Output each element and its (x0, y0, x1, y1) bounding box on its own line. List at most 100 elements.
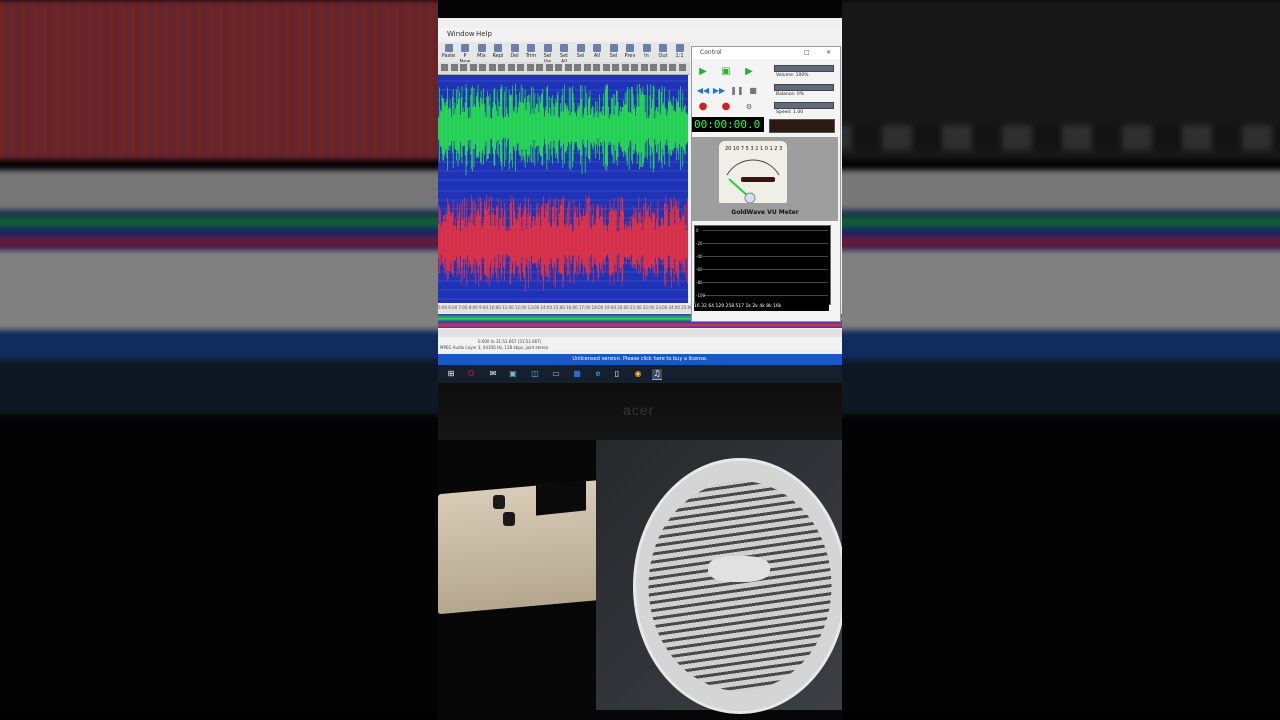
toolbar-icon (560, 44, 568, 52)
toolbar-icon (494, 44, 502, 52)
toolbar-button[interactable]: All (590, 44, 605, 59)
toolbar-icon (444, 44, 453, 52)
tool-icon[interactable] (460, 64, 467, 71)
app-icon[interactable]: ■ (572, 369, 582, 379)
right-channel-waveform (438, 185, 688, 303)
play-icon[interactable]: ▶ (696, 66, 710, 78)
control-titlebar[interactable]: Control □ ✕ (692, 47, 840, 59)
tool-icon[interactable] (507, 64, 515, 71)
calculator-icon[interactable]: ▣ (508, 369, 518, 379)
toolbar-button[interactable]: Prev (623, 44, 638, 59)
tool-icon[interactable] (469, 64, 477, 71)
main-toolbar: PasteP NewMixReplDelTrimSel VwSet AllSel… (438, 42, 690, 65)
secondary-toolbar (438, 62, 690, 75)
tool-icon[interactable] (498, 64, 505, 71)
volume-slider[interactable] (774, 65, 834, 72)
tool-icon[interactable] (555, 64, 562, 71)
toolbar-button-label: 1:1 (675, 53, 684, 59)
toolbar-button-label: Repl (492, 53, 504, 59)
blurred-right-background (842, 0, 1280, 720)
toolbar-button[interactable]: 1:1 (672, 44, 687, 59)
waveform-area[interactable] (438, 75, 688, 303)
vu-meter-face: 20 10 7 5 3 2 1 0 1 2 3 (719, 141, 787, 204)
tool-icon[interactable] (593, 64, 600, 71)
menu-help[interactable]: Help (476, 30, 492, 38)
maximize-icon[interactable]: □ (804, 47, 810, 59)
spectrum-gridline (703, 243, 828, 244)
play-selection-icon[interactable]: ▣ (719, 66, 733, 78)
toolbar-button[interactable]: Sel (606, 44, 621, 59)
toolbar-button-label: All (593, 53, 601, 59)
record-icon[interactable]: ● (696, 101, 710, 113)
center-photo: Window Help PasteP NewMixReplDelTrimSel … (438, 0, 842, 720)
tool-icon[interactable] (536, 64, 543, 71)
tool-icon[interactable] (526, 64, 534, 71)
toolbar-button[interactable]: In (639, 44, 654, 59)
tool-icon[interactable] (441, 64, 448, 71)
store-icon[interactable]: ◫ (530, 369, 540, 379)
toolbar-button-label: Mix (477, 53, 486, 59)
tool-icon[interactable] (564, 64, 572, 71)
mail-icon[interactable]: ✉ (488, 369, 498, 379)
play-from-icon[interactable]: ▶ (742, 66, 756, 78)
amplifier-knob (493, 495, 505, 509)
toolbar-button-label: In (644, 53, 649, 59)
start-icon[interactable]: ⊞ (446, 369, 456, 379)
balance-slider[interactable] (774, 84, 834, 91)
toolbar-button[interactable]: Sel (573, 44, 588, 59)
pause-icon[interactable]: ❚❚ (730, 85, 744, 97)
stop-icon[interactable]: ■ (746, 85, 760, 97)
tool-icon[interactable] (669, 64, 676, 71)
tool-icon[interactable] (631, 64, 638, 71)
tool-icon[interactable] (640, 64, 648, 71)
speed-slider[interactable] (774, 102, 834, 109)
tool-icon[interactable] (621, 64, 629, 71)
chrome-icon[interactable]: ◉ (633, 369, 643, 379)
fast-forward-icon[interactable]: ▶▶ (712, 85, 726, 97)
spectrum-gridline (703, 295, 828, 296)
tool-icon[interactable] (650, 64, 657, 71)
settings-icon[interactable]: ⚙ (742, 101, 756, 113)
close-icon[interactable]: ✕ (826, 47, 831, 59)
left-channel-track[interactable] (438, 75, 688, 185)
menu-window[interactable]: Window (447, 30, 475, 38)
tool-icon[interactable] (602, 64, 610, 71)
goldwave-icon[interactable]: ♫ (652, 369, 662, 380)
tool-icon[interactable] (659, 64, 667, 71)
toolbar-icon (477, 44, 486, 52)
license-banner[interactable]: Unlicensed version. Please click here to… (438, 354, 842, 365)
tool-icon[interactable] (574, 64, 581, 71)
toolbar-icon (527, 44, 535, 52)
toolbar-button[interactable]: Mix (474, 44, 489, 59)
selection-range: 0.000 to 31:51.667 (31:51.667) (478, 339, 542, 344)
document-icon[interactable]: ▯ (612, 369, 622, 379)
rewind-icon[interactable]: ◀◀ (696, 85, 710, 97)
opera-icon[interactable]: O (466, 369, 476, 379)
time-display: 00:00:00.0 (692, 117, 764, 132)
edge-icon[interactable]: e (593, 369, 603, 379)
spectrum-level-label: -60 (696, 267, 703, 272)
tool-icon[interactable] (678, 64, 686, 71)
left-channel-waveform (438, 75, 688, 185)
tool-icon[interactable] (488, 64, 496, 71)
tool-icon[interactable] (479, 64, 486, 71)
tool-icon[interactable] (545, 64, 553, 71)
record-selection-icon[interactable]: ● (719, 101, 733, 113)
windows-taskbar: ⊞ O ✉ ▣ ◫ ▭ ■ e ▯ ◉ ♫ (438, 365, 842, 383)
toolbar-button[interactable]: Out (656, 44, 671, 59)
speaker-grille (633, 458, 842, 714)
toolbar-button[interactable]: Trim (524, 44, 539, 59)
toolbar-button[interactable]: Repl (491, 44, 506, 59)
tool-icon[interactable] (450, 64, 458, 71)
tool-icon[interactable] (517, 64, 524, 71)
right-channel-track[interactable] (438, 185, 688, 303)
status-bar: 0.000 to 31:51.667 (31:51.667) MPEG Audi… (438, 338, 842, 350)
tool-icon[interactable] (583, 64, 591, 71)
spectrum-level-label: -40 (696, 254, 703, 259)
volume-label: Volume: 100% (776, 73, 809, 78)
control-window: Control □ ✕ ▶ ▣ ▶ ◀◀ ▶▶ ❚❚ ■ ● ● ⚙ Volum… (691, 46, 841, 322)
tool-icon[interactable] (612, 64, 619, 71)
toolbar-button[interactable]: Paste (441, 44, 456, 59)
toolbar-button[interactable]: Del (507, 44, 522, 59)
file-explorer-icon[interactable]: ▭ (551, 369, 561, 379)
